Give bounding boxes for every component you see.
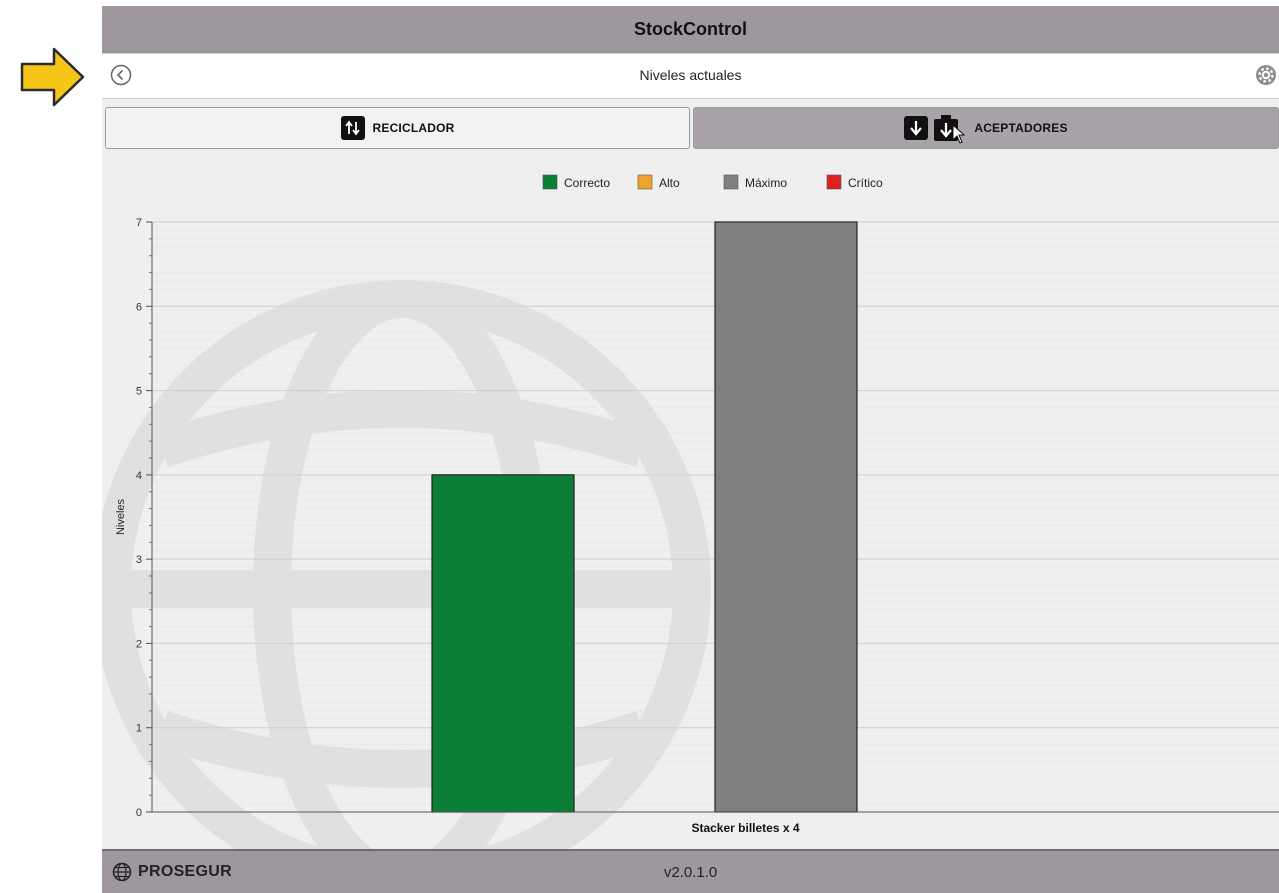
tab-aceptadores-label: ACEPTADORES: [974, 121, 1068, 135]
navigation-bar: Niveles actuales: [102, 53, 1279, 99]
version-label: v2.0.1.0: [663, 864, 718, 881]
y-tick-label: 5: [136, 386, 142, 398]
legend-swatch: [542, 174, 558, 190]
globe-watermark-icon: [102, 280, 711, 849]
legend-swatch: [637, 174, 653, 190]
legend-label: Crítico: [848, 176, 883, 190]
app-title: StockControl: [633, 19, 747, 39]
y-tick-label: 0: [136, 807, 142, 819]
y-tick-label: 4: [136, 470, 142, 482]
deposit-arrow-icon: [904, 116, 929, 140]
recycle-arrows-icon: [340, 116, 365, 140]
levels-chart: 0 1 2 3 4 5 6 7 Niveles Stacker billetes x 4 Corr…: [102, 174, 1279, 849]
y-tick-label: 7: [136, 217, 142, 229]
footer: PROSEGUR v2.0.1.0: [102, 849, 1279, 893]
legend-label: Máximo: [745, 176, 787, 190]
legend-item: Máximo: [723, 174, 787, 190]
tab-reciclador[interactable]: RECICLADOR: [105, 107, 690, 149]
chart-legend: Correcto Alto Máximo Crítico: [542, 174, 883, 190]
app-window: StockControl Niveles actuales RECICLADOR: [102, 6, 1279, 893]
y-tick-label: 6: [136, 301, 142, 313]
tab-reciclador-label: RECICLADOR: [372, 121, 455, 135]
legend-label: Correcto: [564, 176, 610, 190]
x-axis-label: Stacker billetes x 4: [691, 821, 799, 835]
legend-item: Crítico: [826, 174, 883, 190]
y-tick-label: 2: [136, 638, 142, 650]
legend-swatch: [723, 174, 739, 190]
y-axis-label: Niveles: [115, 498, 127, 535]
legend-swatch: [826, 174, 842, 190]
bar-correcto: [431, 474, 575, 813]
page-title: Niveles actuales: [639, 67, 742, 83]
legend-label: Alto: [659, 176, 680, 190]
title-bar: StockControl: [102, 6, 1279, 53]
tab-aceptadores[interactable]: ACEPTADORES: [693, 107, 1279, 149]
y-tick-label: 3: [136, 554, 142, 566]
y-tick-label: 1: [136, 723, 142, 735]
bar-mximo: [714, 221, 858, 813]
mouse-cursor-icon: [952, 124, 966, 144]
legend-item: Correcto: [542, 174, 610, 190]
gear-icon[interactable]: [1255, 64, 1277, 86]
annotation-arrow-icon: [20, 47, 85, 107]
legend-item: Alto: [637, 174, 680, 190]
